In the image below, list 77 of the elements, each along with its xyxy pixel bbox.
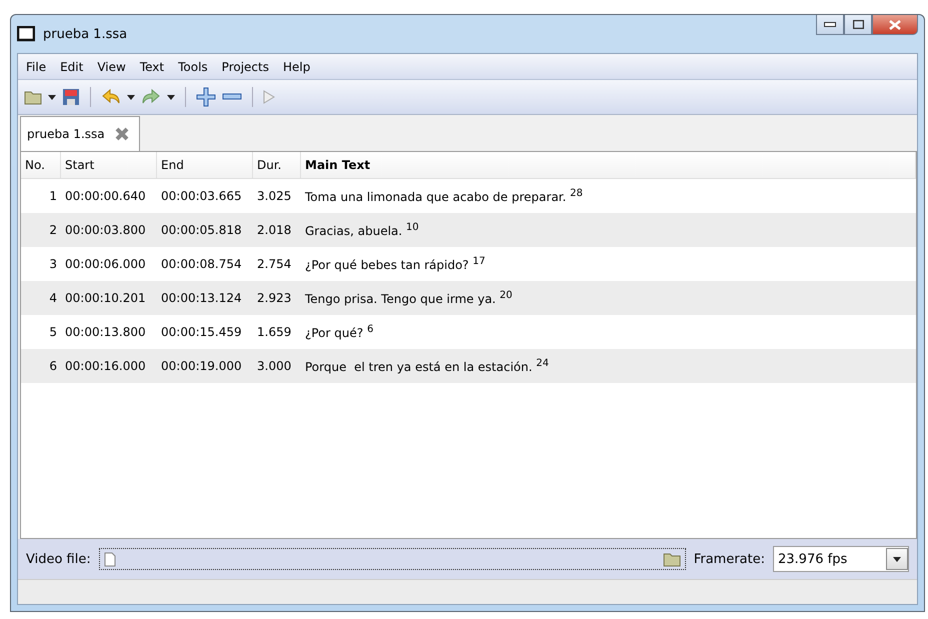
table-cell-text: 2.923	[256, 290, 292, 307]
tab-label: prueba 1.ssa	[27, 127, 105, 141]
table-cell-text: Gracias, abuela. $^{10}$	[304, 221, 420, 240]
table-cell-text: 6	[48, 358, 58, 375]
maximize-icon	[852, 20, 864, 29]
column-header[interactable]: Main Text	[301, 152, 916, 178]
table-cell-text: 3.000	[256, 358, 292, 375]
table-cell-text: 00:00:15.459	[160, 324, 243, 341]
menu-item[interactable]: File	[21, 58, 52, 76]
folder-icon	[24, 90, 42, 104]
caret-icon	[893, 556, 901, 562]
table-cell-text: 00:00:13.800	[64, 324, 147, 341]
file-icon	[104, 552, 116, 566]
table-cell-text: Porque el tren ya está en la estación. $^{24}$	[304, 357, 550, 376]
add-button[interactable]	[196, 87, 216, 107]
table-cell-text: Tengo prisa. Tengo que irme ya. $^{20}$	[304, 289, 514, 308]
video-file-field[interactable]	[98, 548, 686, 570]
table-cell-text: 00:00:19.000	[160, 358, 243, 375]
table-cell-text: 2	[48, 222, 58, 239]
menu-item[interactable]: Tools	[173, 58, 213, 76]
open-button[interactable]	[24, 90, 42, 104]
table-cell-text: 1	[48, 188, 58, 205]
table-cell-text: 00:00:03.800	[64, 222, 147, 239]
undo-icon	[101, 88, 121, 106]
menu-item[interactable]: View	[92, 58, 131, 76]
window-title: prueba 1.ssa	[43, 26, 128, 42]
folder-icon	[662, 552, 681, 566]
caret-icon[interactable]	[48, 94, 56, 100]
floppy-icon	[62, 88, 80, 106]
video-file-label: Video file:	[26, 552, 91, 566]
close-icon	[889, 20, 901, 30]
table-cell-text: 00:00:00.640	[64, 188, 147, 205]
minimize-button[interactable]	[816, 15, 844, 35]
caret-icon[interactable]	[167, 94, 175, 100]
column-header[interactable]: End	[157, 152, 253, 178]
table-cell-text: 5	[48, 324, 58, 341]
table-cell-text: 00:00:05.818	[160, 222, 243, 239]
table-cell-text: 00:00:08.754	[160, 256, 243, 273]
framerate-label: Framerate:	[694, 552, 765, 566]
table-cell-text: 00:00:10.201	[64, 290, 147, 307]
play-icon	[263, 90, 275, 104]
close-icon[interactable]	[114, 127, 129, 141]
table-cell-text: 00:00:06.000	[64, 256, 147, 273]
table-cell-text: ¿Por qué bebes tan rápido? $^{17}$	[304, 255, 486, 274]
table-cell-text: 00:00:13.124	[160, 290, 243, 307]
column-header[interactable]: No.	[21, 152, 61, 178]
table-cell-text: 2.018	[256, 222, 292, 239]
plus-icon	[196, 87, 216, 107]
remove-button[interactable]	[222, 93, 242, 101]
menu-item[interactable]: Help	[278, 58, 316, 76]
table-cell-text: 1.659	[256, 324, 292, 341]
column-header[interactable]: Start	[61, 152, 157, 178]
table-cell-text: Toma una limonada que acabo de preparar. $^{28}$	[304, 187, 584, 206]
framerate-select[interactable]: 23.976 fps	[773, 546, 909, 572]
table-cell-text: 2.754	[256, 256, 292, 273]
minus-icon	[222, 93, 242, 101]
menu-item[interactable]: Edit	[55, 58, 88, 76]
dropdown-button[interactable]	[886, 548, 908, 570]
maximize-button[interactable]	[844, 15, 872, 35]
table-cell-text: ¿Por qué? $^{6}$	[304, 323, 374, 342]
caret-icon[interactable]	[127, 94, 135, 100]
undo-button[interactable]	[101, 88, 121, 106]
table-cell-text: 00:00:03.665	[160, 188, 243, 205]
close-button[interactable]	[872, 15, 918, 35]
menu-item[interactable]: Text	[134, 58, 170, 76]
column-header[interactable]: Dur.	[253, 152, 301, 178]
table-cell-text: 00:00:16.000	[64, 358, 147, 375]
redo-button[interactable]	[141, 88, 161, 106]
redo-icon	[141, 88, 161, 106]
minimize-icon	[824, 22, 836, 28]
table-cell-text: 3.025	[256, 188, 292, 205]
app-icon	[17, 26, 35, 42]
save-button[interactable]	[62, 88, 80, 106]
menu-item[interactable]: Projects	[216, 58, 274, 76]
table-cell-text: 4	[48, 290, 58, 307]
table-cell-text: 3	[48, 256, 58, 273]
document-tab[interactable]: prueba 1.ssa	[20, 116, 140, 151]
